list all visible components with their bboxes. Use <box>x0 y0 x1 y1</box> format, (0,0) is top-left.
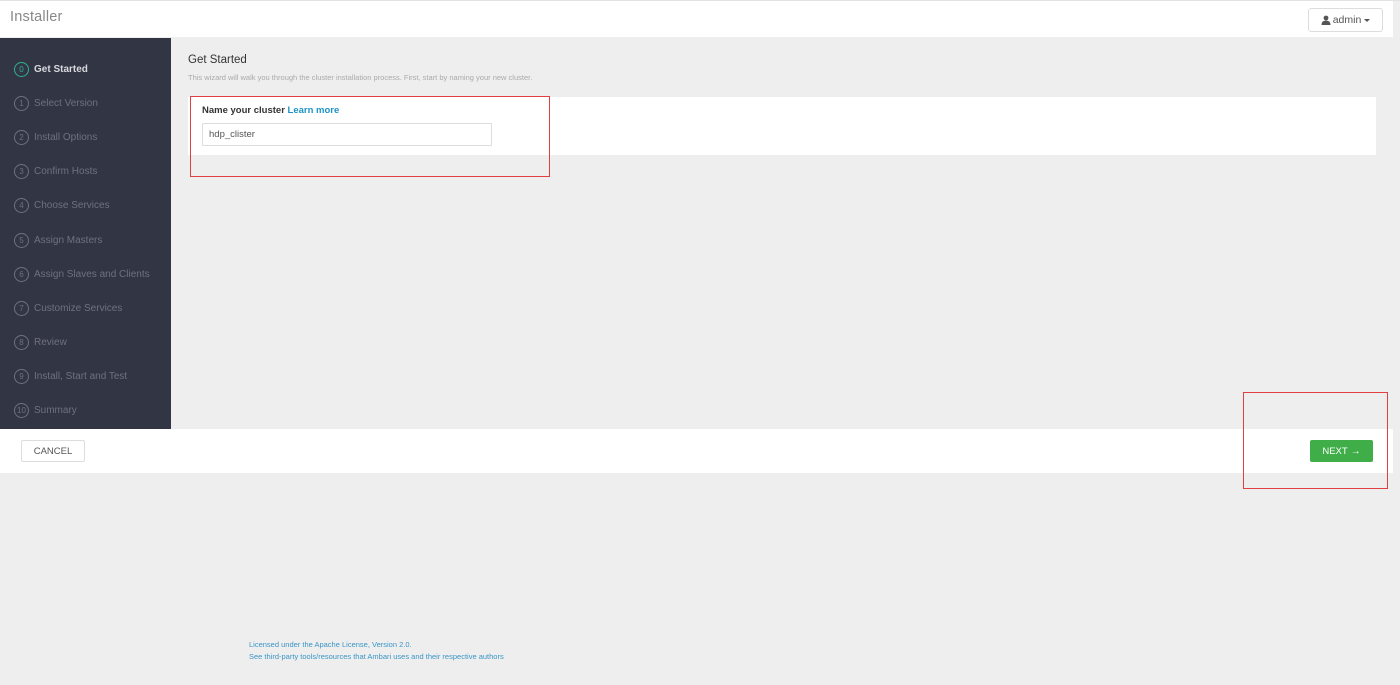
page-subtitle: This wizard will walk you through the cl… <box>188 73 533 82</box>
cluster-name-panel: Name your cluster Learn more <box>188 97 1376 155</box>
cancel-button[interactable]: CANCEL <box>21 440 85 462</box>
sidebar-step-install-options[interactable]: 2 Install Options <box>14 127 97 147</box>
user-icon <box>1321 15 1331 25</box>
sidebar-step-assign-slaves-and-clients[interactable]: 6 Assign Slaves and Clients <box>14 264 150 284</box>
sidebar-step-get-started[interactable]: 0 Get Started <box>14 59 88 79</box>
arrow-right-icon: → <box>1350 445 1361 457</box>
step-label: Summary <box>34 404 77 416</box>
sidebar-step-confirm-hosts[interactable]: 3 Confirm Hosts <box>14 161 97 181</box>
step-number-icon: 4 <box>14 197 29 213</box>
step-number-icon: 10 <box>14 402 29 418</box>
step-number-icon: 5 <box>14 232 29 248</box>
step-label: Assign Slaves and Clients <box>34 268 150 280</box>
page-title: Get Started <box>188 54 247 66</box>
sidebar-step-select-version[interactable]: 1 Select Version <box>14 93 98 113</box>
sidebar-step-customize-services[interactable]: 7 Customize Services <box>14 298 122 318</box>
step-number-icon: 7 <box>14 300 29 316</box>
wizard-steps-sidebar: 0 Get Started 1 Select Version 2 Install Opti… <box>0 38 171 429</box>
step-label: Confirm Hosts <box>34 165 98 177</box>
step-label: Get Started <box>34 63 88 75</box>
caret-down-icon <box>1364 18 1371 22</box>
step-number-icon: 3 <box>14 163 29 179</box>
cluster-name-input[interactable] <box>202 123 492 146</box>
legal-footer: Licensed under the Apache License, Versi… <box>249 639 504 663</box>
step-number-icon: 2 <box>14 129 29 145</box>
user-menu-label: admin <box>1332 14 1362 26</box>
step-number-icon: 6 <box>14 266 29 282</box>
user-menu-button[interactable]: admin <box>1308 8 1383 32</box>
next-button[interactable]: NEXT → <box>1310 440 1373 462</box>
next-button-label: NEXT <box>1322 445 1348 457</box>
step-number-icon: 0 <box>14 61 29 77</box>
top-navbar: Installer admin <box>0 1 1393 37</box>
step-label: Customize Services <box>34 302 123 314</box>
step-number-icon: 8 <box>14 334 29 350</box>
sidebar-step-assign-masters[interactable]: 5 Assign Masters <box>14 230 102 250</box>
field-label-text: Name your cluster <box>202 105 285 116</box>
step-label: Choose Services <box>34 199 110 211</box>
sidebar-step-install-start-and-test[interactable]: 9 Install, Start and Test <box>14 366 127 386</box>
step-label: Assign Masters <box>34 234 103 246</box>
step-label: Review <box>34 336 67 348</box>
step-label: Install Options <box>34 131 98 143</box>
learn-more-link[interactable]: Learn more <box>288 105 340 116</box>
license-link[interactable]: Licensed under the Apache License, Versi… <box>249 639 504 651</box>
sidebar-step-review[interactable]: 8 Review <box>14 332 67 352</box>
step-label: Install, Start and Test <box>34 370 128 382</box>
sidebar-step-choose-services[interactable]: 4 Choose Services <box>14 195 110 215</box>
app-title: Installer <box>10 9 63 25</box>
third-party-link[interactable]: See third-party tools/resources that Amb… <box>249 651 504 663</box>
sidebar-step-summary[interactable]: 10 Summary <box>14 400 77 420</box>
step-label: Select Version <box>34 97 98 109</box>
step-number-icon: 9 <box>14 368 29 384</box>
wizard-footer: CANCEL NEXT → <box>0 429 1393 473</box>
cluster-name-label: Name your cluster Learn more <box>202 105 339 116</box>
step-number-icon: 1 <box>14 95 29 111</box>
